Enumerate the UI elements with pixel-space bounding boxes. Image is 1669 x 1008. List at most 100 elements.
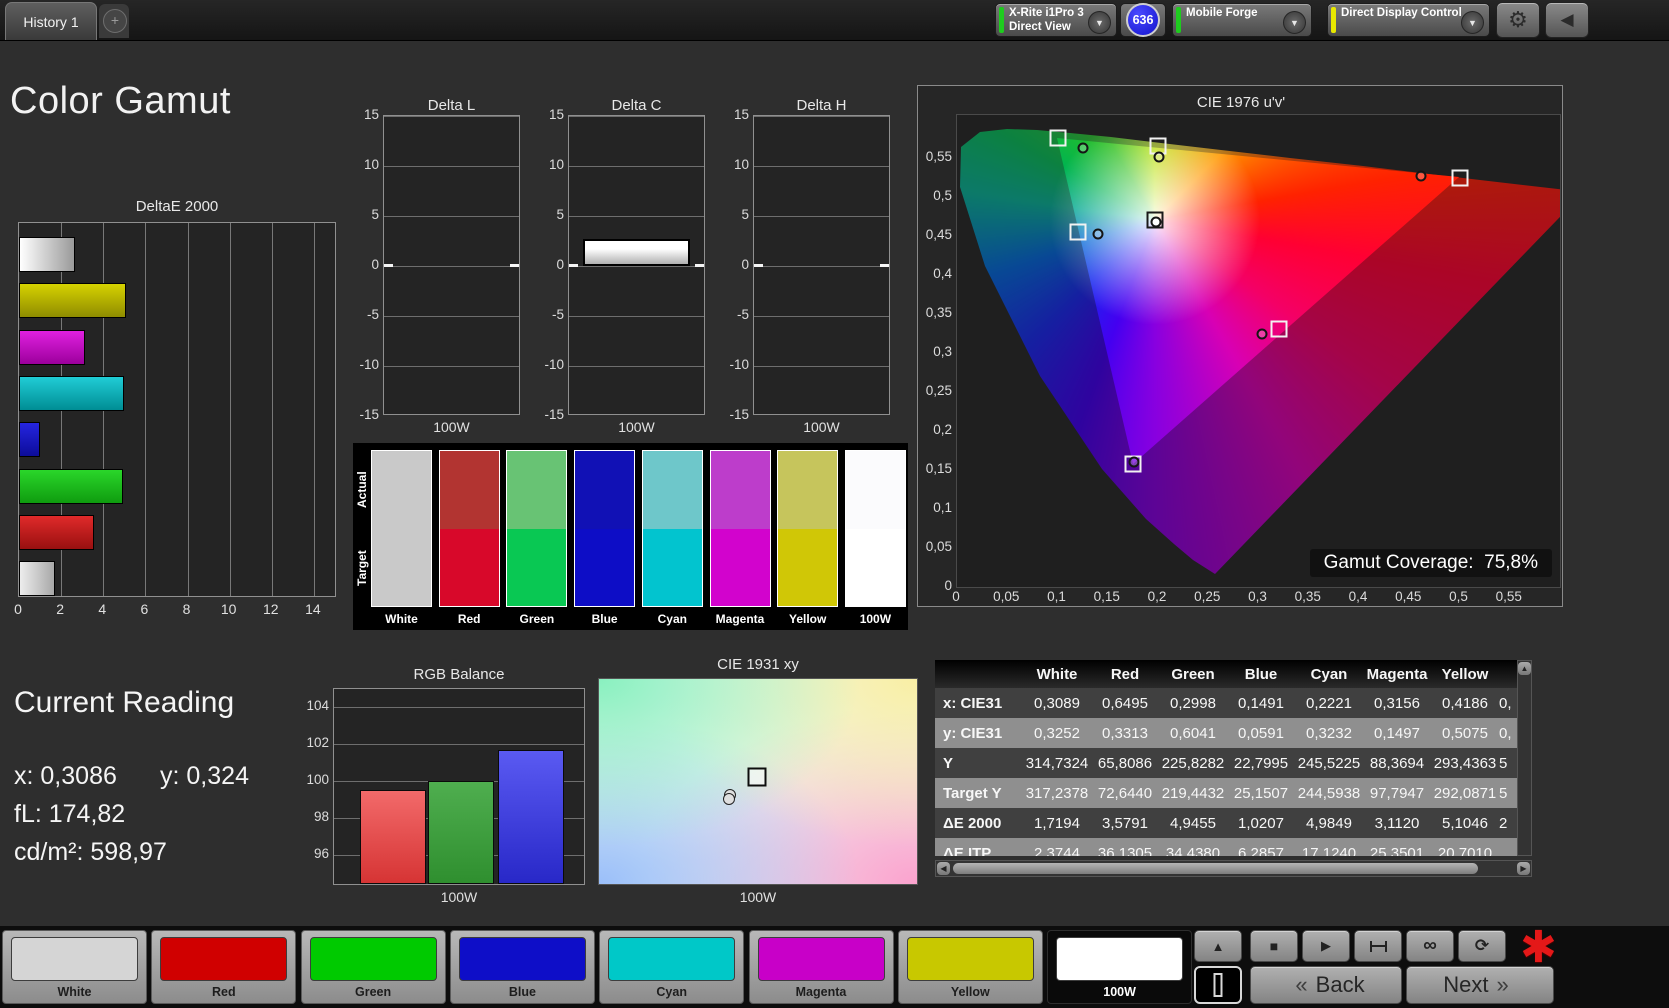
pattern-up-button[interactable]: ▲	[1194, 930, 1242, 962]
swatch-white-target	[371, 529, 432, 607]
y-tick-label: 5	[371, 207, 379, 222]
x-tick-label: 0,35	[1294, 589, 1321, 604]
refresh-button[interactable]: ⟳	[1458, 930, 1506, 962]
back-label: Back	[1315, 972, 1365, 997]
table-cell: 293,4363	[1433, 754, 1497, 772]
bar-white	[19, 561, 56, 596]
loop-button[interactable]: ∞	[1406, 930, 1454, 962]
arrow-up-icon: ▲	[1211, 938, 1225, 954]
table-cell: 1,7194	[1034, 814, 1080, 832]
table-cell: 225,8282	[1161, 754, 1225, 772]
table-cell-clipped: 5	[1499, 784, 1508, 802]
cie1976-title: CIE 1976 u'v'	[1196, 94, 1286, 111]
x-tick-label: 0,15	[1093, 589, 1120, 604]
y-tick-label: 0,1	[933, 500, 952, 515]
y-tick-label: -5	[736, 307, 749, 322]
scroll-up-icon[interactable]: ▲	[1518, 662, 1531, 675]
bar-red	[360, 790, 426, 884]
swatch-100w-target	[844, 529, 906, 607]
y-tick-label: 0,25	[925, 383, 952, 398]
table-cell: 0,4186	[1442, 694, 1488, 712]
fit-width-icon	[1369, 940, 1387, 952]
display-icon	[1213, 973, 1223, 997]
table-cell: 72,6440	[1097, 784, 1153, 802]
measured-marker-yellow	[1153, 151, 1165, 163]
pattern-label: Yellow	[950, 985, 990, 999]
table-cell: 34,4380	[1165, 844, 1221, 857]
collapse-panel-button[interactable]: ◀	[1545, 2, 1589, 38]
pattern-button-magenta[interactable]: Magenta	[748, 930, 894, 1004]
grid-line	[313, 223, 315, 596]
y-tick-label: -10	[729, 357, 749, 372]
zero-tick	[510, 264, 519, 267]
table-cell: 0,5075	[1442, 724, 1488, 742]
target-row-label: Target	[355, 550, 369, 586]
swatch-cyan-actual	[641, 450, 703, 529]
meter-dropdown[interactable]: X-Rite i1Pro 3 Direct View ▼	[995, 3, 1117, 37]
table-cell: 65,8086	[1097, 754, 1153, 772]
tab-history-1[interactable]: History 1	[5, 2, 97, 40]
header-red: Red	[1110, 665, 1140, 683]
table-cell: 1,0207	[1238, 814, 1284, 832]
grid-line	[569, 316, 704, 317]
next-button[interactable]: Next »	[1406, 966, 1554, 1004]
target-marker-cyan	[1069, 223, 1087, 241]
display-control-dropdown[interactable]: Direct Display Control ▼	[1327, 3, 1490, 37]
x-tick-label: 0	[952, 589, 960, 604]
table-row: y: CIE31 0,3252 0,3313 0,6041 0,0591 0,3232 0,…	[935, 718, 1517, 748]
fit-width-button[interactable]	[1354, 930, 1402, 962]
y-tick-label: -5	[366, 307, 379, 322]
table-cell-clipped: 5	[1499, 754, 1508, 772]
swatch-magenta-target	[709, 529, 771, 607]
play-button[interactable]: ▶	[1302, 930, 1350, 962]
pattern-button-yellow[interactable]: Yellow	[897, 930, 1043, 1004]
display-control-label: Direct Display Control	[1341, 7, 1462, 19]
table-header-row: White Red Green Blue Cyan Magenta Yellow	[935, 660, 1517, 688]
pattern-button-100w[interactable]: 100W	[1047, 930, 1193, 1004]
delta_c-chart	[568, 115, 705, 415]
table-cell: 0,3232	[1306, 724, 1352, 742]
table-cell: 0,3313	[1102, 724, 1148, 742]
table-cell: 4,9455	[1170, 814, 1216, 832]
scroll-left-icon[interactable]: ◀	[937, 862, 950, 875]
x-tick-label: 0,55	[1495, 589, 1522, 604]
swatch-cyan-target	[641, 529, 703, 607]
stop-button[interactable]: ■	[1250, 930, 1298, 962]
swatch-red-target	[438, 529, 500, 607]
table-vertical-scrollbar[interactable]: ▲	[1517, 660, 1532, 856]
table-cell: 22,7995	[1233, 754, 1289, 772]
gamut-coverage-readout: Gamut Coverage: 75,8%	[1309, 549, 1552, 577]
header-yellow: Yellow	[1441, 665, 1489, 683]
x-tick-label: 0,5	[1449, 589, 1468, 604]
pattern-button-red[interactable]: Red	[151, 930, 297, 1004]
plus-icon: +	[103, 9, 127, 33]
pattern-button-white[interactable]: White	[2, 930, 147, 1004]
row-label: Target Y	[943, 784, 1002, 802]
row-label: Y	[943, 754, 954, 772]
table-cell: 6,2857	[1238, 844, 1284, 857]
add-tab-button[interactable]: +	[99, 4, 129, 38]
meter-count-button[interactable]: 636	[1120, 3, 1166, 37]
display-control-status-stripe	[1331, 7, 1336, 33]
table-cell-clipped: 2	[1499, 814, 1508, 832]
pattern-label: Cyan	[656, 985, 687, 999]
pattern-button-blue[interactable]: Blue	[449, 930, 595, 1004]
scroll-right-icon[interactable]: ▶	[1517, 862, 1530, 875]
table-horizontal-scrollbar[interactable]: ◀ ▶	[935, 860, 1532, 877]
pattern-color-patch	[906, 937, 1034, 981]
chevron-down-icon: ▼	[1461, 11, 1484, 34]
zero-tick	[880, 264, 889, 267]
y-tick-label: 0,55	[925, 149, 952, 164]
back-button[interactable]: « Back	[1250, 966, 1402, 1004]
hscroll-thumb[interactable]	[953, 863, 1478, 874]
pattern-button-green[interactable]: Green	[300, 930, 446, 1004]
delta_h-title: Delta H	[796, 97, 847, 114]
x-tick-label: 6	[140, 601, 149, 617]
pattern-button-cyan[interactable]: Cyan	[599, 930, 745, 1004]
source-dropdown[interactable]: Mobile Forge ▼	[1172, 3, 1312, 37]
pattern-color-patch	[1056, 937, 1184, 981]
table-cell: 0,0591	[1238, 724, 1284, 742]
y-tick-label: 0,3	[933, 344, 952, 359]
settings-button[interactable]: ⚙	[1496, 2, 1540, 38]
display-toggle-button[interactable]	[1194, 966, 1242, 1004]
